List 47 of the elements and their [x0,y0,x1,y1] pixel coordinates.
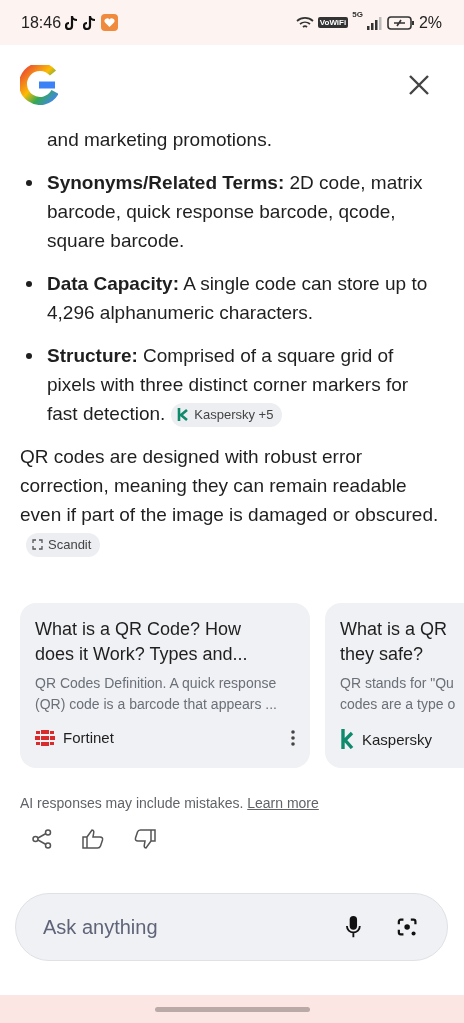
bullet-text: Synonyms/Related Terms: 2D code, matrix barcode, quick response barcode, qcode, square barcode. [47,171,424,253]
source-chip[interactable]: Kaspersky +5 [171,403,283,427]
source-chip[interactable]: Scandit [26,533,101,557]
source-name: Kaspersky [362,730,434,748]
grid-logo-icon [35,729,55,746]
card-snippet: QR Codes Definition. A quick response [35,674,278,693]
card-snippet: codes are a type o [340,695,457,714]
g-logo-icon [20,65,58,105]
wifi-icon [295,15,314,30]
vowifi-badge: VoWiFi [317,17,349,28]
card-snippet: (QR) code is a barcode that appears ... [35,695,278,714]
thumbs-up-button[interactable] [82,829,104,849]
signal-icon [366,15,383,30]
ask-field[interactable]: Ask anything [15,893,448,961]
ask-input[interactable]: Ask anything [41,914,310,940]
heart-app-icon [101,14,119,31]
learn-more-link[interactable]: Learn more [247,795,319,811]
more-options-button[interactable] [291,729,295,746]
thumbs-down-button[interactable] [134,829,156,849]
music-note-icon [83,14,98,31]
card-title: What is a QR [340,618,449,641]
k-logo-icon [340,729,354,749]
card-title: What is a QR Code? How [35,618,243,641]
bullet-dot [26,180,32,186]
bullet-dot [26,353,32,359]
network-type: 5G [352,9,363,19]
microphone-icon[interactable] [346,915,361,939]
bullet-text: Data Capacity: A single code can store up to 4,296 alphanumeric characters. [47,272,429,325]
share-button[interactable] [32,829,52,849]
answer-text: and marketing promotions. [47,128,273,152]
clock: 18:46 [21,13,62,32]
bullet-text: Structure: Comprised of a square grid of pixels with three distinct corner markers for fast detection. Kaspersky +5 [47,341,440,428]
scan-bracket-icon [32,539,43,551]
answer-paragraph: QR codes are designed with robust error correction, meaning they can remain readable even if part of the image is damaged or obscured. Scandit [20,442,440,558]
music-note-icon [65,14,80,31]
bullet-dot [26,281,32,287]
camera-lens-icon[interactable] [396,916,417,938]
card-title: they safe? [340,643,425,666]
source-card[interactable]: What is a QR they safe? QR stands for "Qu codes are a type o Kaspersky [325,603,464,768]
source-name: Fortinet [63,729,115,746]
battery-percent: 2% [418,13,442,32]
charging-battery-icon [386,15,415,30]
disclaimer-text: AI responses may include mistakes. Learn more [20,795,320,811]
k-logo-icon [177,408,190,422]
source-card[interactable]: What is a QR Code? How does it Work? Types and... QR Codes Definition. A quick response (QR) code is a barcode that appears ... Fortinet [20,603,310,768]
card-snippet: QR stands for "Qu [340,674,455,693]
card-title: does it Work? Types and... [35,643,249,666]
